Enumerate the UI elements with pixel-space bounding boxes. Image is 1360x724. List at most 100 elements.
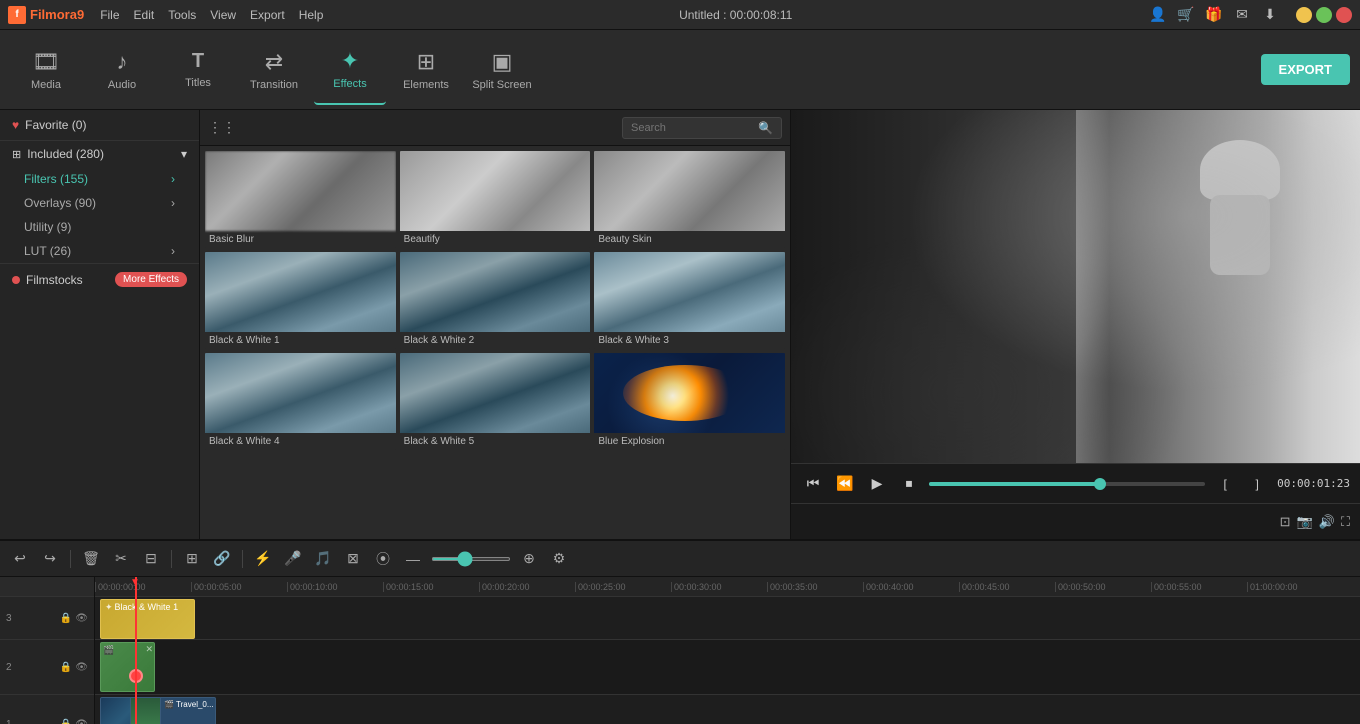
fullscreen-icon[interactable]: ⛶	[1341, 514, 1350, 530]
download-icon[interactable]: ⬇	[1260, 6, 1280, 23]
utility-item[interactable]: Utility (9)	[0, 215, 199, 239]
track2-left: 2	[6, 662, 12, 673]
zoom-slider-icon[interactable]: —	[401, 551, 425, 567]
ruler: 00:00:00:00 00:00:05:00 00:00:10:00 00:0…	[95, 577, 1360, 597]
effect-bw4[interactable]: Black & White 4	[204, 352, 397, 451]
transition-label: Transition	[250, 79, 298, 91]
user-icon[interactable]: 👤	[1148, 6, 1168, 23]
main-area: ♥ Favorite (0) ⊞ Included (280) ▾ Filter…	[0, 110, 1360, 539]
effects-header: ⋮⋮ 🔍	[200, 110, 790, 146]
favorite-button[interactable]: ♥ Favorite (0)	[0, 110, 199, 141]
stop-button[interactable]: ⏹	[897, 475, 921, 492]
video2-clip[interactable]: 🎬 ✕	[100, 642, 155, 692]
filter-clip[interactable]: ✦ Black & White 1	[100, 599, 195, 639]
delete-button[interactable]: 🗑	[79, 550, 103, 567]
search-input[interactable]	[631, 122, 752, 134]
track1-row: 🎬 Travel_0...	[95, 695, 1360, 724]
video1-clip-icon-label: 🎬 Travel_0...	[164, 700, 214, 709]
overlays-item[interactable]: Overlays (90) ›	[0, 191, 199, 215]
separator-3	[242, 550, 243, 568]
cut-button[interactable]: ✂	[109, 550, 133, 567]
speed-icon[interactable]: ⚡	[251, 550, 275, 567]
lut-item[interactable]: LUT (26) ›	[0, 239, 199, 263]
effect-bw2[interactable]: Black & White 2	[399, 251, 592, 350]
close-gap-icon[interactable]: ⊠	[341, 550, 365, 567]
effect-bw1[interactable]: Black & White 1	[204, 251, 397, 350]
toolbar-audio[interactable]: ♪ Audio	[86, 35, 158, 105]
toolbar-media[interactable]: 🎞 Media	[10, 35, 82, 105]
cart-icon[interactable]: 🛒	[1176, 6, 1196, 23]
menu-export[interactable]: Export	[250, 8, 285, 22]
toolbar-transition[interactable]: ⇄ Transition	[238, 35, 310, 105]
track3-eye-icon[interactable]: 👁	[75, 613, 88, 624]
menu-file[interactable]: File	[100, 8, 119, 22]
effect-beautify[interactable]: Beautify	[399, 150, 592, 249]
track2-lock-icon[interactable]: 🔒	[60, 662, 72, 673]
included-category[interactable]: ⊞ Included (280) ▾	[0, 141, 199, 167]
separator-1	[70, 550, 71, 568]
separator-2	[171, 550, 172, 568]
zoom-slider[interactable]	[431, 557, 511, 561]
effect-beauty-skin[interactable]: Beauty Skin	[593, 150, 786, 249]
bracket-left-icon: [	[1213, 477, 1237, 491]
timeline-content: 3 🔒 👁 2 🔒 👁 1	[0, 577, 1360, 724]
add-track-icon[interactable]: ⊞	[180, 550, 204, 567]
menu-view[interactable]: View	[210, 8, 236, 22]
filters-item[interactable]: Filters (155) ›	[0, 167, 199, 191]
gift-icon[interactable]: 🎁	[1204, 6, 1224, 23]
mic-icon[interactable]: 🎤	[281, 550, 305, 567]
progress-thumb[interactable]	[1094, 478, 1106, 490]
link-icon[interactable]: 🔗	[210, 550, 234, 567]
export-button[interactable]: EXPORT	[1261, 54, 1350, 85]
more-effects-button[interactable]: More Effects	[115, 272, 187, 287]
effect-blue-explosion[interactable]: Blue Explosion	[593, 352, 786, 451]
toolbar-elements[interactable]: ⊞ Elements	[390, 35, 462, 105]
toolbar-effects[interactable]: ✦ Effects	[314, 35, 386, 105]
rewind-button[interactable]: ⏮	[801, 475, 825, 492]
effect-basic-blur[interactable]: Basic Blur	[204, 150, 397, 249]
pip-icon[interactable]: ⊡	[1280, 514, 1291, 530]
basic-blur-label: Basic Blur	[205, 231, 396, 248]
titlebar-right: 👤 🛒 🎁 ✉ ⬇ — □ ✕	[1148, 6, 1352, 23]
volume-icon[interactable]: 🔊	[1319, 514, 1335, 530]
menu-edit[interactable]: Edit	[134, 8, 155, 22]
track1-eye-icon[interactable]: 👁	[75, 719, 88, 724]
track1-label: 1 🔒 👁	[0, 695, 94, 724]
close-button[interactable]: ✕	[1336, 7, 1352, 23]
toolbar-titles[interactable]: T Titles	[162, 35, 234, 105]
redo-button[interactable]: ↪	[38, 550, 62, 567]
track1-lock-icon[interactable]: 🔒	[60, 719, 72, 724]
zoom-out-icon[interactable]: ⊕	[517, 550, 541, 567]
filmstocks-row[interactable]: Filmstocks More Effects	[0, 263, 199, 295]
tracks: ✦ Black & White 1 🎬 ✕	[95, 597, 1360, 724]
track2-number: 2	[6, 662, 12, 673]
effect-bw3[interactable]: Black & White 3	[593, 251, 786, 350]
filters-label: Filters (155)	[24, 172, 88, 186]
video1-clip[interactable]: 🎬 Travel_0...	[100, 697, 216, 724]
titlebar: f Filmora9 File Edit Tools View Export H…	[0, 0, 1360, 30]
crop-button[interactable]: ⊟	[139, 550, 163, 567]
settings-icon[interactable]: ⚙	[547, 550, 571, 567]
effect-bw5[interactable]: Black & White 5	[399, 352, 592, 451]
ruler-6: 00:00:30:00	[671, 582, 767, 592]
video2-delete-icon[interactable]: ✕	[145, 644, 153, 655]
ripple-delete-icon[interactable]: ⦿	[371, 549, 395, 569]
step-back-button[interactable]: ⏪	[833, 475, 857, 492]
undo-button[interactable]: ↩	[8, 550, 32, 567]
track3-lock-icon[interactable]: 🔒	[60, 613, 72, 624]
lut-arrow: ›	[171, 244, 175, 258]
audio-duck-icon[interactable]: 🎵	[311, 550, 335, 567]
minimize-button[interactable]: —	[1296, 7, 1312, 23]
play-button[interactable]: ▶	[865, 475, 889, 492]
menu-help[interactable]: Help	[299, 8, 324, 22]
screenshot-icon[interactable]: 📷	[1297, 514, 1313, 530]
filter-clip-icon: ✦	[105, 602, 113, 613]
track2-eye-icon[interactable]: 👁	[75, 662, 88, 673]
maximize-button[interactable]: □	[1316, 7, 1332, 23]
menu-tools[interactable]: Tools	[168, 8, 196, 22]
toolbar-split-screen[interactable]: ▣ Split Screen	[466, 35, 538, 105]
track2-row: 🎬 ✕	[95, 640, 1360, 695]
progress-bar[interactable]	[929, 482, 1205, 486]
mail-icon[interactable]: ✉	[1232, 6, 1252, 23]
grid-toggle-icon[interactable]: ⋮⋮	[208, 119, 236, 136]
